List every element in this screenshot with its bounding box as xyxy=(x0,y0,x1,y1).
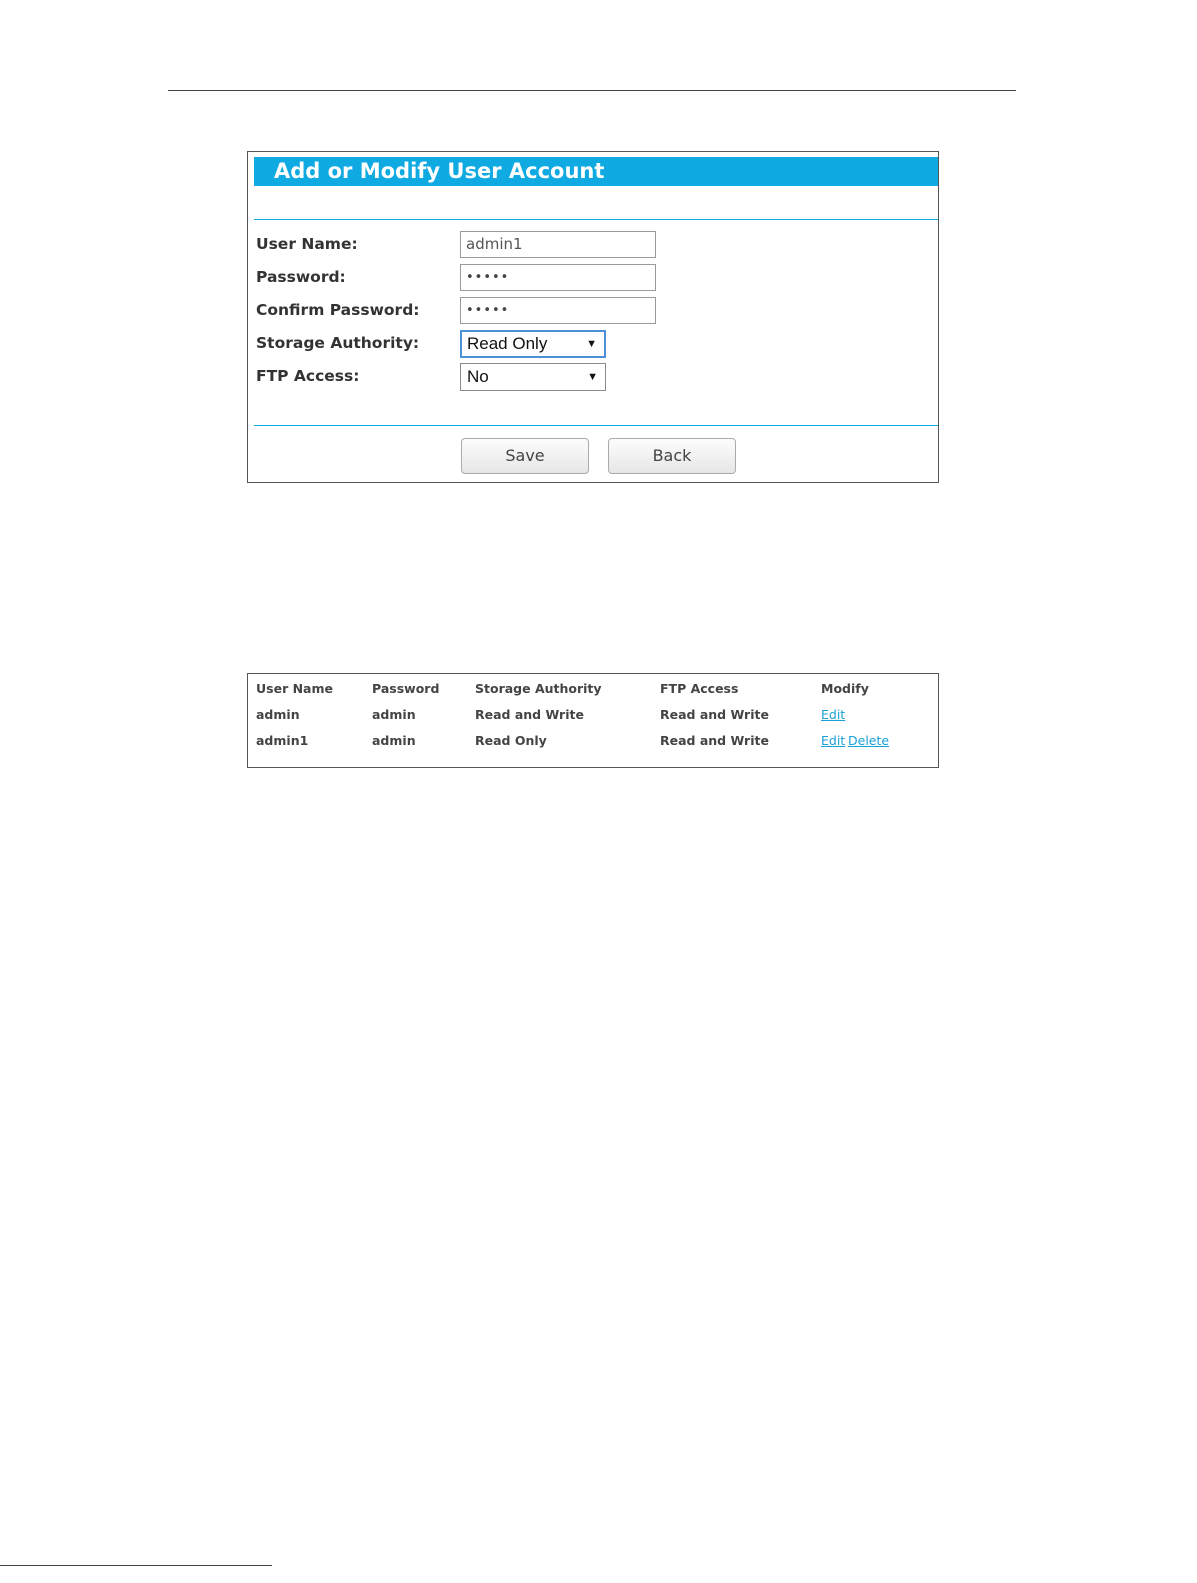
dropdown-arrow-icon: ▼ xyxy=(586,338,597,350)
page-top-rule xyxy=(168,90,1016,91)
password-label: Password: xyxy=(256,268,346,286)
password-input[interactable]: ••••• xyxy=(460,264,656,291)
ftp-access-value: No xyxy=(467,367,489,386)
storage-authority-select[interactable]: Read Only ▼ xyxy=(460,330,606,358)
row-1-edit-link[interactable]: Edit xyxy=(821,707,845,722)
header-storage-authority: Storage Authority xyxy=(475,681,602,696)
row-2-ftp: Read and Write xyxy=(660,733,769,748)
storage-authority-label: Storage Authority: xyxy=(256,334,420,352)
form-bottom-divider xyxy=(254,425,938,426)
row-2-storage: Read Only xyxy=(475,733,547,748)
save-button[interactable]: Save xyxy=(461,438,589,474)
row-2-password: admin xyxy=(372,733,416,748)
dropdown-arrow-icon: ▼ xyxy=(587,371,598,383)
ftp-access-label: FTP Access: xyxy=(256,367,360,385)
confirm-password-label: Confirm Password: xyxy=(256,301,420,319)
header-ftp-access: FTP Access xyxy=(660,681,739,696)
confirm-password-input[interactable]: ••••• xyxy=(460,297,656,324)
row-1-ftp: Read and Write xyxy=(660,707,769,722)
row-2-edit-link[interactable]: Edit xyxy=(821,733,845,748)
username-label: User Name: xyxy=(256,235,358,253)
page-bottom-rule xyxy=(0,1565,272,1566)
header-user-name: User Name xyxy=(256,681,333,696)
user-accounts-table: User Name Password Storage Authority FTP… xyxy=(247,673,939,768)
ftp-access-select[interactable]: No ▼ xyxy=(460,363,606,391)
username-input[interactable]: admin1 xyxy=(460,231,656,258)
row-2-delete-link[interactable]: Delete xyxy=(848,733,889,748)
storage-authority-value: Read Only xyxy=(467,334,548,353)
row-2-user: admin1 xyxy=(256,733,309,748)
row-1-storage: Read and Write xyxy=(475,707,584,722)
header-modify: Modify xyxy=(821,681,869,696)
back-button[interactable]: Back xyxy=(608,438,736,474)
form-top-divider xyxy=(254,219,938,220)
add-modify-user-panel: Add or Modify User Account User Name: ad… xyxy=(247,151,939,483)
row-1-user: admin xyxy=(256,707,300,722)
row-1-password: admin xyxy=(372,707,416,722)
header-password: Password xyxy=(372,681,440,696)
panel-title: Add or Modify User Account xyxy=(254,157,938,186)
